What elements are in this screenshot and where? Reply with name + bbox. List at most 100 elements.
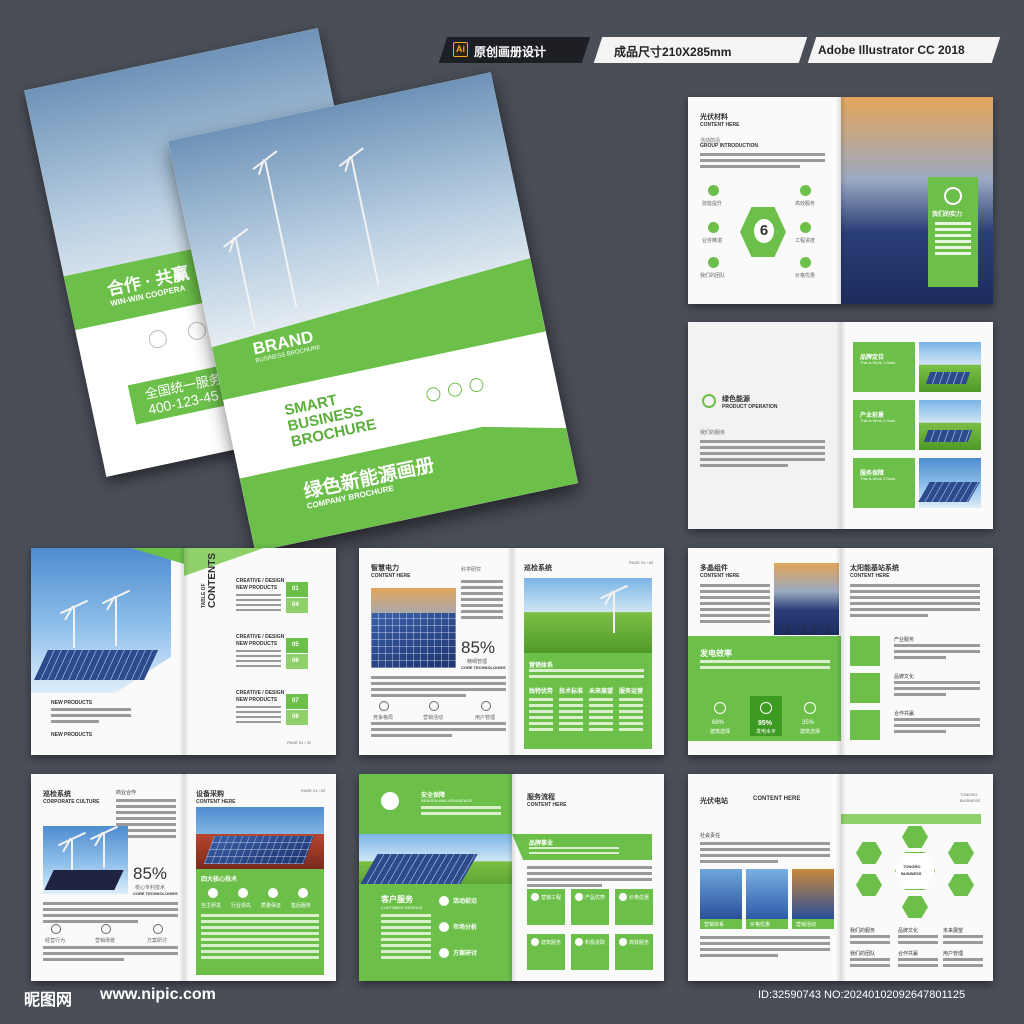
s6-percent: 85% bbox=[133, 864, 168, 883]
s6-text-lines bbox=[43, 902, 178, 926]
s6-icon-label: 营销场景 bbox=[95, 938, 116, 944]
s2-text-lines bbox=[700, 440, 825, 470]
s8-r-item: 我们的团队 bbox=[850, 951, 876, 957]
spread-inspection: 巡检系统 CORPORATE CULTURE 商业合作 85% 核心专利技术 C… bbox=[31, 774, 336, 981]
s8-cap: 价格优惠 bbox=[750, 922, 771, 928]
s1-item: 技能提升 bbox=[702, 201, 723, 207]
s2-block-en: This is Work 3 Data bbox=[860, 476, 895, 481]
chat-icon bbox=[153, 924, 163, 934]
s5-stat-value: 95% bbox=[758, 720, 773, 727]
headset-icon bbox=[481, 701, 491, 711]
phone-icon bbox=[147, 328, 169, 350]
s5-r-item-lines bbox=[894, 681, 980, 699]
wind-turbine bbox=[103, 834, 105, 868]
wind-turbine bbox=[73, 608, 75, 648]
s7-r-band-title: 品牌事业 bbox=[529, 841, 554, 847]
spread-green-energy: 绿色能源 PRODUCT OPERATION 我们的服务 品牌定位 This i… bbox=[688, 322, 993, 529]
s3-photo-panel bbox=[34, 650, 158, 680]
wind-turbine bbox=[71, 840, 73, 870]
s8-r-item: 用户管理 bbox=[943, 951, 964, 957]
leaf-icon bbox=[425, 385, 442, 403]
s4-pct-cn: 精细管理 bbox=[467, 659, 488, 665]
s6-icon-label: 方案研讨 bbox=[147, 938, 168, 944]
spread-smart-power: 智慧电力 CONTENT HERE 科学研究 85% 精细管理 CORE TEC… bbox=[359, 548, 664, 755]
s3-sec-lines bbox=[236, 594, 281, 614]
s3-sec-p: NEW PRODUCTS bbox=[236, 641, 278, 647]
s5-r-item: 合作共赢 bbox=[894, 711, 915, 717]
s7-r-band-lines bbox=[529, 847, 619, 857]
s8-photo bbox=[700, 869, 742, 919]
gear-icon bbox=[208, 888, 218, 898]
footer-url[interactable]: www.nipic.com bbox=[100, 986, 216, 1004]
s3-sec-lines bbox=[236, 650, 281, 670]
recycle-icon bbox=[944, 187, 962, 205]
s8-photo bbox=[746, 869, 788, 919]
s3-num-text: 04 bbox=[292, 602, 299, 608]
s6-icon-lines bbox=[43, 946, 178, 964]
s7-cs-item: 活动前沿 bbox=[453, 899, 478, 905]
s4-tab-lines bbox=[589, 698, 613, 734]
target-icon bbox=[51, 924, 61, 934]
s2-title-en: PRODUCT OPERATION bbox=[722, 404, 778, 410]
s4-title: 智慧电力 bbox=[371, 565, 399, 572]
s5-r-item-lines bbox=[894, 644, 980, 662]
s1-text-lines bbox=[700, 153, 825, 171]
s1-badge-number: 6 bbox=[754, 219, 774, 243]
s8-r-item: 我们的服务 bbox=[850, 928, 876, 934]
s6-icon-label: 经营行为 bbox=[45, 938, 66, 944]
s3-num-text: 05 bbox=[292, 642, 299, 648]
s5-stat-label: 建筑选择 bbox=[710, 729, 731, 735]
s7-cs-lines bbox=[381, 914, 431, 962]
s4-icon-label: 竞争格局 bbox=[373, 715, 394, 721]
s4-photo-panel bbox=[371, 613, 456, 668]
s3-caption-lines bbox=[51, 708, 131, 726]
s8-r-lines bbox=[898, 935, 938, 947]
s2-left-bg bbox=[688, 322, 841, 529]
s1-intro-en: GROUP INTRODUCTION bbox=[700, 143, 758, 149]
s3-sec-p: NEW PRODUCTS bbox=[236, 697, 278, 703]
s3-sec-h: CREATIVE / DESIGN bbox=[236, 578, 285, 584]
s8-content: CONTENT HERE bbox=[753, 796, 801, 802]
spread-contents: NEW PRODUCTS NEW PRODUCTS TABLE OF CONTE… bbox=[31, 548, 336, 755]
s7-flow-label: 产品优势 bbox=[585, 895, 606, 901]
s3-num-text: 06 bbox=[292, 658, 299, 664]
s8-r-item: 合作共赢 bbox=[898, 951, 919, 957]
s6-r-photo-panel bbox=[203, 836, 315, 864]
s4-tab: 技术标准 bbox=[559, 689, 584, 695]
s4-r-page: PAGE 01 / 02 bbox=[629, 560, 654, 565]
s6-title-cn: 巡检系统 bbox=[43, 791, 71, 798]
s5-r-lines bbox=[850, 584, 980, 620]
ai-badge: Ai bbox=[453, 42, 468, 57]
s3-num-text: 08 bbox=[292, 714, 299, 720]
header-tag-1-text: 原创画册设计 bbox=[474, 45, 547, 59]
s4-side-lines bbox=[461, 580, 503, 622]
s8-cap: 营销活动 bbox=[796, 922, 817, 928]
s3-page: PAGE 01 / 02 bbox=[287, 740, 312, 745]
s5-band-title: 发电效率 bbox=[700, 649, 732, 658]
footer-id: ID:32590743 NO:20240102092647801125 bbox=[758, 989, 966, 1001]
s2-service: 我们的服务 bbox=[700, 430, 726, 436]
s1-item: 高效服务 bbox=[795, 201, 816, 207]
s8-hex bbox=[856, 874, 882, 896]
s7-top-lines bbox=[421, 806, 501, 818]
s3-sec-p: NEW PRODUCTS bbox=[236, 585, 278, 591]
s8-title: 光伏电站 bbox=[700, 798, 728, 805]
s6-r-lines bbox=[201, 914, 319, 962]
s2-block bbox=[853, 342, 915, 392]
s2-photo-panel bbox=[925, 372, 971, 384]
s7-cs-dot bbox=[439, 896, 449, 906]
s3-num-text: 07 bbox=[292, 698, 299, 704]
s1-item: 价格优惠 bbox=[795, 273, 816, 279]
s4-tab: 服务运营 bbox=[619, 689, 644, 695]
s8-brand-1: TONGRO bbox=[960, 792, 978, 797]
s8-r-item: 未来展望 bbox=[943, 928, 964, 934]
footer-logo[interactable]: 昵图网 bbox=[24, 986, 72, 1010]
s3-toc-title: TABLE OF CONTENTS bbox=[201, 553, 218, 608]
s5-stat-value: 68% bbox=[712, 720, 725, 726]
spread-pv-materials: 光伏材料 CONTENT HERE 活动前沿 GROUP INTRODUCTIO… bbox=[688, 97, 993, 304]
s5-r-icon-box bbox=[850, 673, 880, 703]
s5-r-icon-box bbox=[850, 710, 880, 740]
shield-icon bbox=[268, 888, 278, 898]
eye-icon bbox=[101, 924, 111, 934]
s5-stat-label: 建筑选择 bbox=[800, 729, 821, 735]
